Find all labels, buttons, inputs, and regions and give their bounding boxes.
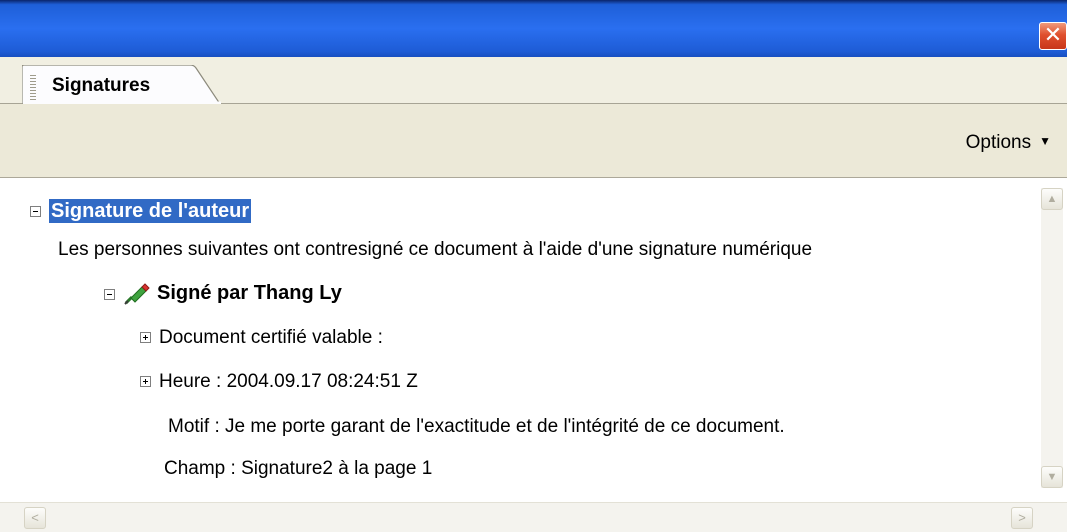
tree-node-author-signature[interactable]: Signature de l'auteur xyxy=(30,199,252,223)
expand-icon[interactable] xyxy=(140,376,151,388)
expand-icon[interactable] xyxy=(140,332,151,344)
title-bar[interactable]: ✕ xyxy=(0,0,1067,57)
certified-label: Document certifié valable : xyxy=(159,327,383,348)
scroll-up-icon[interactable]: ▲ xyxy=(1041,188,1063,210)
tab-grip-icon[interactable] xyxy=(30,75,36,101)
tab-bar: Signatures xyxy=(0,57,1067,104)
tab-label: Signatures xyxy=(52,75,151,96)
toolbar: Options ▼ xyxy=(0,104,1067,176)
tree-node-time[interactable]: Heure : 2004.09.17 08:24:51 Z xyxy=(140,371,418,393)
collapse-icon[interactable] xyxy=(104,288,115,300)
tree-node-label[interactable]: Signature de l'auteur xyxy=(49,199,252,223)
scroll-down-icon[interactable]: ▼ xyxy=(1041,466,1063,488)
close-icon[interactable]: ✕ xyxy=(1039,22,1067,50)
signer-label: Signé par Thang Ly xyxy=(157,282,342,305)
tree-item-field: Champ : Signature2 à la page 1 xyxy=(164,458,433,479)
options-label: Options xyxy=(965,132,1032,153)
time-label: Heure : 2004.09.17 08:24:51 Z xyxy=(159,371,418,392)
tree-description: Les personnes suivantes ont contresigné … xyxy=(58,239,813,260)
tree-node-certified[interactable]: Document certifié valable : xyxy=(140,327,383,349)
scroll-right-icon[interactable]: > xyxy=(1011,507,1033,529)
options-menu-button[interactable]: Options ▼ xyxy=(966,132,1051,154)
tab-signatures[interactable]: Signatures xyxy=(22,65,222,104)
chevron-down-icon: ▼ xyxy=(1039,134,1051,148)
tree-item-reason: Motif : Je me porte garant de l'exactitu… xyxy=(168,416,785,437)
signature-tree-view[interactable]: Signature de l'auteur Les personnes suiv… xyxy=(0,177,1067,532)
signatures-panel: ✕ Signatures Options ▼ Signature de l'aut… xyxy=(0,0,1067,532)
tree-node-signer[interactable]: Signé par Thang Ly xyxy=(104,282,342,306)
scroll-left-icon[interactable]: < xyxy=(24,507,46,529)
horizontal-scrollbar[interactable]: < > xyxy=(0,502,1067,532)
vertical-scrollbar[interactable]: ▲ ▼ xyxy=(1041,188,1063,488)
collapse-icon[interactable] xyxy=(30,206,41,218)
pen-signature-icon xyxy=(123,282,151,306)
